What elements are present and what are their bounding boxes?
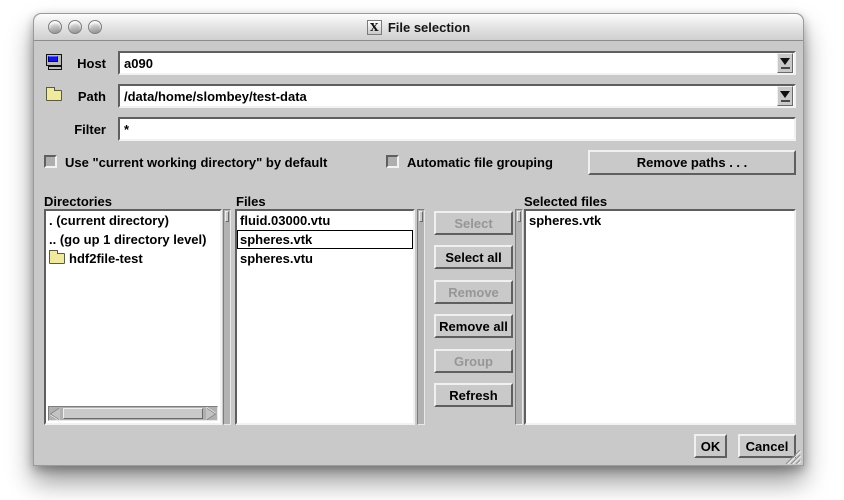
host-dropdown-button[interactable] <box>777 53 793 73</box>
selected-files-label: Selected files <box>524 194 607 209</box>
selected-files-list[interactable]: spheres.vtk <box>524 209 796 425</box>
combo-line <box>781 100 790 102</box>
file-item-selected[interactable]: spheres.vtk <box>237 230 413 249</box>
use-cwd-label: Use "current working directory" by defau… <box>65 155 327 170</box>
combo-line <box>781 67 790 69</box>
directory-name: . (current directory) <box>49 211 169 230</box>
path-dropdown-button[interactable] <box>777 86 793 106</box>
file-selection-window: X File selection Host Path Filter Use "c… <box>33 13 804 466</box>
remove-all-button[interactable]: Remove all <box>434 314 513 338</box>
remove-paths-button[interactable]: Remove paths . . . <box>588 150 796 175</box>
directory-item[interactable]: hdf2file-test <box>46 249 220 268</box>
resize-grip[interactable] <box>784 450 801 464</box>
file-item[interactable]: spheres.vtu <box>237 249 413 268</box>
scroll-right-arrow-icon[interactable] <box>204 407 217 420</box>
file-item[interactable]: fluid.03000.vtu <box>237 211 413 230</box>
selected-file-item[interactable]: spheres.vtk <box>526 211 794 230</box>
file-name: spheres.vtu <box>240 249 313 268</box>
x11-icon: X <box>367 20 382 35</box>
directory-item-up[interactable]: .. (go up 1 directory level) <box>46 230 220 249</box>
directories-horizontal-scrollbar[interactable] <box>48 406 218 421</box>
host-label: Host <box>54 56 106 71</box>
use-cwd-checkbox[interactable] <box>44 155 57 168</box>
directory-name: .. (go up 1 directory level) <box>49 230 206 249</box>
directories-vertical-scrollbar[interactable] <box>223 209 231 425</box>
scrollbar-thumb[interactable] <box>63 408 203 419</box>
refresh-button[interactable]: Refresh <box>434 383 513 407</box>
folder-icon <box>49 253 65 264</box>
files-label: Files <box>236 194 266 209</box>
scrollbar-thumb[interactable] <box>419 211 423 222</box>
scrollbar-thumb[interactable] <box>517 211 521 222</box>
selected-files-vertical-scrollbar[interactable] <box>515 209 523 425</box>
scrollbar-thumb[interactable] <box>225 211 229 222</box>
path-input[interactable] <box>118 84 796 108</box>
chevron-down-icon <box>780 91 790 98</box>
host-input[interactable] <box>118 51 796 75</box>
directory-item-current[interactable]: . (current directory) <box>46 211 220 230</box>
directory-name: hdf2file-test <box>69 249 143 268</box>
file-name: spheres.vtk <box>240 230 312 249</box>
filter-label: Filter <box>54 122 106 137</box>
files-vertical-scrollbar[interactable] <box>417 209 425 425</box>
directories-label: Directories <box>44 194 112 209</box>
titlebar[interactable]: X File selection <box>34 14 803 41</box>
select-button[interactable]: Select <box>434 211 513 235</box>
filter-input[interactable] <box>118 117 796 141</box>
group-button[interactable]: Group <box>434 349 513 373</box>
auto-grouping-label: Automatic file grouping <box>407 155 553 170</box>
file-name: fluid.03000.vtu <box>240 211 330 230</box>
files-list[interactable]: fluid.03000.vtu spheres.vtk spheres.vtu <box>235 209 415 425</box>
path-label: Path <box>54 89 106 104</box>
ok-button[interactable]: OK <box>694 434 727 458</box>
remove-button[interactable]: Remove <box>434 280 513 304</box>
chevron-down-icon <box>780 58 790 65</box>
select-all-button[interactable]: Select all <box>434 245 513 269</box>
file-name: spheres.vtk <box>529 211 601 230</box>
scroll-left-arrow-icon[interactable] <box>49 407 62 420</box>
auto-grouping-checkbox[interactable] <box>386 155 399 168</box>
directories-list[interactable]: . (current directory) .. (go up 1 direct… <box>44 209 222 425</box>
window-title: File selection <box>388 20 470 35</box>
